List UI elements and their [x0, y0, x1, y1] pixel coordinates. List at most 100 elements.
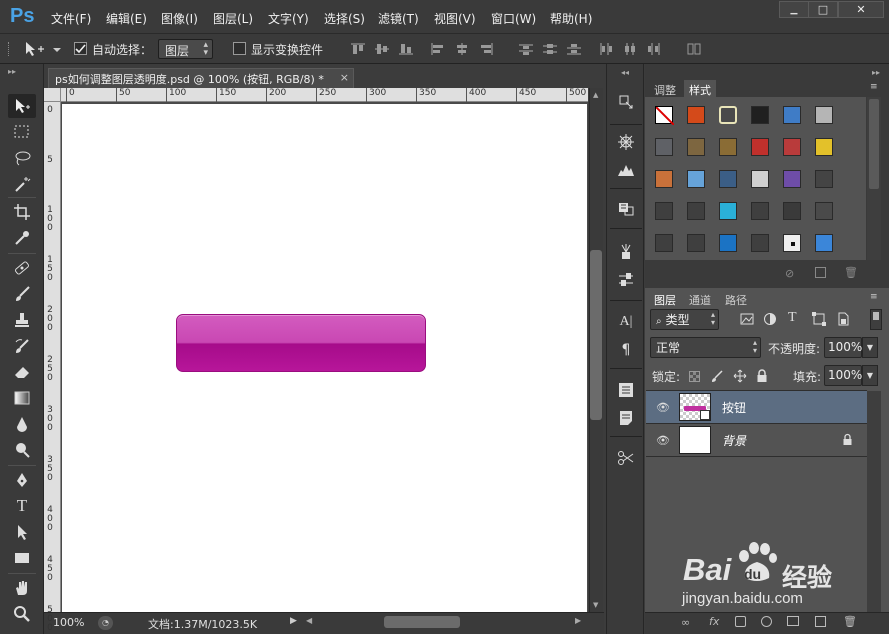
style-swatch[interactable]: [681, 196, 711, 226]
eye-icon[interactable]: 👁: [656, 401, 670, 414]
layer-row-background[interactable]: 👁 背景: [646, 424, 867, 456]
magic-wand-tool[interactable]: [8, 172, 36, 196]
blur-tool[interactable]: [8, 412, 36, 436]
close-document-icon[interactable]: ×: [340, 71, 349, 84]
eye-icon[interactable]: 👁: [656, 434, 670, 447]
layer-name[interactable]: 按钮: [722, 399, 746, 416]
type-tool[interactable]: T: [8, 494, 36, 518]
zoom-tool[interactable]: [8, 602, 36, 626]
show-transform-checkbox[interactable]: [233, 42, 246, 55]
tab-layers[interactable]: 图层: [649, 290, 681, 310]
style-swatch[interactable]: [809, 228, 839, 258]
tools-extra-panel-button[interactable]: [612, 446, 640, 470]
style-swatch[interactable]: [649, 164, 679, 194]
character-panel-button[interactable]: A|: [612, 310, 640, 334]
adjustment-layer-icon[interactable]: [761, 616, 772, 627]
collapse-arrows-icon[interactable]: ▸▸: [8, 67, 16, 76]
paragraph-panel-button[interactable]: ¶: [612, 338, 640, 362]
lock-all-icon[interactable]: [756, 369, 768, 383]
healing-brush-tool[interactable]: [8, 256, 36, 280]
info-panel-button[interactable]: [612, 196, 640, 220]
distribute-bottom-icon[interactable]: [567, 43, 581, 55]
fill-slider-button[interactable]: ▼: [862, 365, 878, 386]
menu-file[interactable]: 文件(F): [51, 10, 91, 27]
align-right-icon[interactable]: [479, 43, 493, 55]
filter-smartobject-icon[interactable]: [836, 312, 850, 326]
style-swatch[interactable]: [745, 164, 775, 194]
pink-button-layer-artwork[interactable]: [176, 314, 426, 372]
move-tool[interactable]: [8, 94, 36, 118]
new-layer-icon[interactable]: [815, 616, 826, 627]
hand-tool[interactable]: [8, 576, 36, 600]
distribute-left-icon[interactable]: [599, 43, 613, 55]
clear-style-icon[interactable]: ⊘: [785, 267, 794, 280]
add-mask-icon[interactable]: [735, 616, 746, 627]
clone-stamp-tool[interactable]: [8, 308, 36, 332]
menu-type[interactable]: 文字(Y): [268, 10, 309, 27]
menu-help[interactable]: 帮助(H): [550, 10, 592, 27]
new-group-icon[interactable]: [787, 616, 799, 626]
align-vcenter-icon[interactable]: [375, 43, 389, 55]
align-left-icon[interactable]: [431, 43, 445, 55]
styles-scrollbar[interactable]: [867, 97, 881, 260]
tab-paths[interactable]: 路径: [720, 290, 752, 310]
layer-name[interactable]: 背景: [722, 432, 746, 449]
menu-filter[interactable]: 滤镜(T): [378, 10, 419, 27]
menu-layer[interactable]: 图层(L): [213, 10, 253, 27]
distribute-hcenter-icon[interactable]: [623, 43, 637, 55]
style-swatch[interactable]: [809, 196, 839, 226]
style-swatch[interactable]: [649, 132, 679, 162]
status-info-icon[interactable]: ◔: [98, 616, 113, 630]
collapse-panels-arrows-icon[interactable]: ▸▸: [872, 68, 880, 77]
style-swatch[interactable]: [681, 132, 711, 162]
styles-scroll-thumb[interactable]: [869, 99, 879, 189]
style-swatch[interactable]: [713, 100, 743, 130]
menu-view[interactable]: 视图(V): [434, 10, 476, 27]
distribute-right-icon[interactable]: [647, 43, 661, 55]
status-menu-arrow-icon[interactable]: ▶: [290, 616, 297, 626]
style-swatch[interactable]: [809, 100, 839, 130]
gradient-tool[interactable]: [8, 386, 36, 410]
tab-channels[interactable]: 通道: [684, 290, 716, 310]
filter-adjustment-icon[interactable]: [763, 312, 777, 326]
move-tool-preset-button[interactable]: [22, 40, 64, 58]
collapse-dock-arrows-icon[interactable]: ◂◂: [621, 68, 629, 77]
navigator-panel-button[interactable]: [612, 130, 640, 154]
vertical-scroll-thumb[interactable]: [590, 250, 602, 420]
layers-scrollbar[interactable]: [867, 391, 881, 612]
style-swatch[interactable]: [777, 196, 807, 226]
align-bottom-icon[interactable]: [399, 43, 413, 55]
style-swatch[interactable]: [777, 228, 807, 258]
style-swatch[interactable]: [745, 228, 775, 258]
filter-shape-icon[interactable]: [812, 312, 826, 326]
distribute-top-icon[interactable]: [519, 43, 533, 55]
zoom-level[interactable]: 100%: [53, 616, 84, 629]
style-swatch[interactable]: [777, 164, 807, 194]
style-swatch[interactable]: [681, 100, 711, 130]
lock-transparency-icon[interactable]: [689, 371, 700, 382]
layers-panel-menu-icon[interactable]: ≡: [870, 292, 878, 302]
eraser-tool[interactable]: [8, 360, 36, 384]
eyedropper-tool[interactable]: [8, 226, 36, 250]
history-brush-tool[interactable]: [8, 334, 36, 358]
horizontal-scroll-thumb[interactable]: [384, 616, 460, 628]
menu-window[interactable]: 窗口(W): [491, 10, 536, 27]
filter-toggle-switch[interactable]: [870, 309, 882, 330]
styles-panel-menu-icon[interactable]: ≡: [870, 82, 878, 92]
menu-image[interactable]: 图像(I): [161, 10, 198, 27]
fx-icon[interactable]: fx: [709, 615, 719, 628]
filter-type-icon[interactable]: T: [788, 310, 797, 326]
brush-presets-panel-button[interactable]: [612, 240, 640, 264]
align-top-icon[interactable]: [351, 43, 365, 55]
layer-row-button[interactable]: 👁 按钮: [646, 391, 867, 423]
style-swatch[interactable]: [681, 164, 711, 194]
scroll-right-icon[interactable]: ▶: [575, 616, 581, 625]
crop-tool[interactable]: [8, 200, 36, 224]
style-swatch[interactable]: [681, 228, 711, 258]
actions-panel-button[interactable]: [612, 378, 640, 402]
lock-pixels-brush-icon[interactable]: [710, 369, 724, 383]
opacity-slider-button[interactable]: ▼: [862, 337, 878, 358]
link-layers-icon[interactable]: ∞: [681, 616, 690, 629]
style-swatch[interactable]: [745, 132, 775, 162]
maximize-button[interactable]: □: [808, 1, 838, 18]
